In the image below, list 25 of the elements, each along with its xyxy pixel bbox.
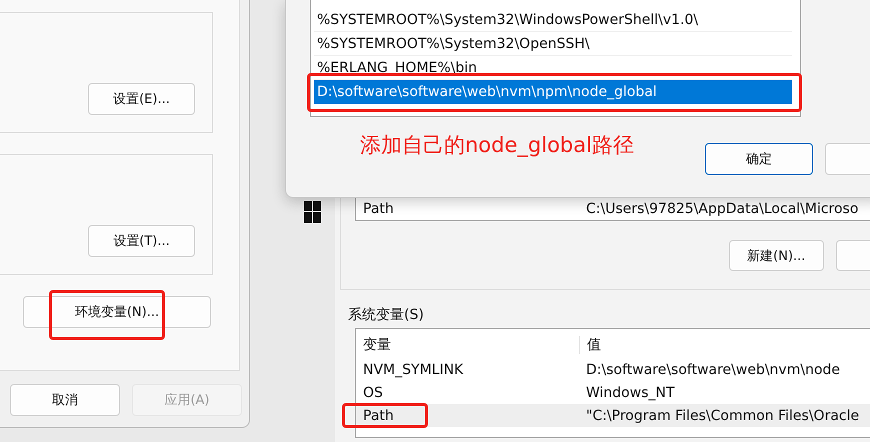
variable-name: Path: [362, 200, 395, 216]
variable-row[interactable]: Path "C:\Program Files\Common Files\Oracle: [356, 404, 870, 427]
variable-row[interactable]: OS Windows_NT: [356, 381, 870, 404]
settings-button[interactable]: 设置(E)...: [88, 83, 195, 115]
environment-variables-button[interactable]: 环境变量(N)...: [23, 296, 211, 328]
annotation-note: 添加自己的node_global路径: [360, 132, 635, 159]
variable-value: Windows_NT: [585, 384, 675, 400]
variable-value: C:\Users\97825\AppData\Local\Microso: [585, 200, 858, 216]
variable-value: "C:\Program Files\Common Files\Oracle: [585, 408, 860, 424]
settings-button[interactable]: 设置(T)...: [88, 225, 195, 257]
variable-row[interactable]: NVM_SYMLINK D:\software\software\web\nvm\node: [356, 358, 870, 381]
ok-button[interactable]: 确定: [704, 143, 814, 175]
cancel-button[interactable]: 取消: [10, 384, 120, 416]
path-entry[interactable]: %SYSTEMROOT%\System32\WindowsPowerShell\v1.0\: [314, 8, 792, 32]
variable-name: NVM_SYMLINK: [362, 362, 464, 378]
column-header[interactable]: 变量: [356, 336, 580, 354]
group-title: 系统变量(S): [348, 306, 425, 325]
new-button[interactable]: 新建(N)...: [729, 240, 824, 271]
path-entry[interactable]: %SYSTEMROOT%\System32\OpenSSH\: [314, 32, 792, 56]
windows-logo-icon: [304, 201, 321, 223]
variable-value: D:\software\software\web\nvm\node: [585, 362, 840, 378]
variable-name: Path: [362, 408, 395, 424]
path-entry[interactable]: D:\software\software\web\nvm\npm\node_global: [314, 80, 792, 104]
column-header[interactable]: 值: [580, 336, 601, 354]
variable-name: OS: [362, 384, 384, 400]
